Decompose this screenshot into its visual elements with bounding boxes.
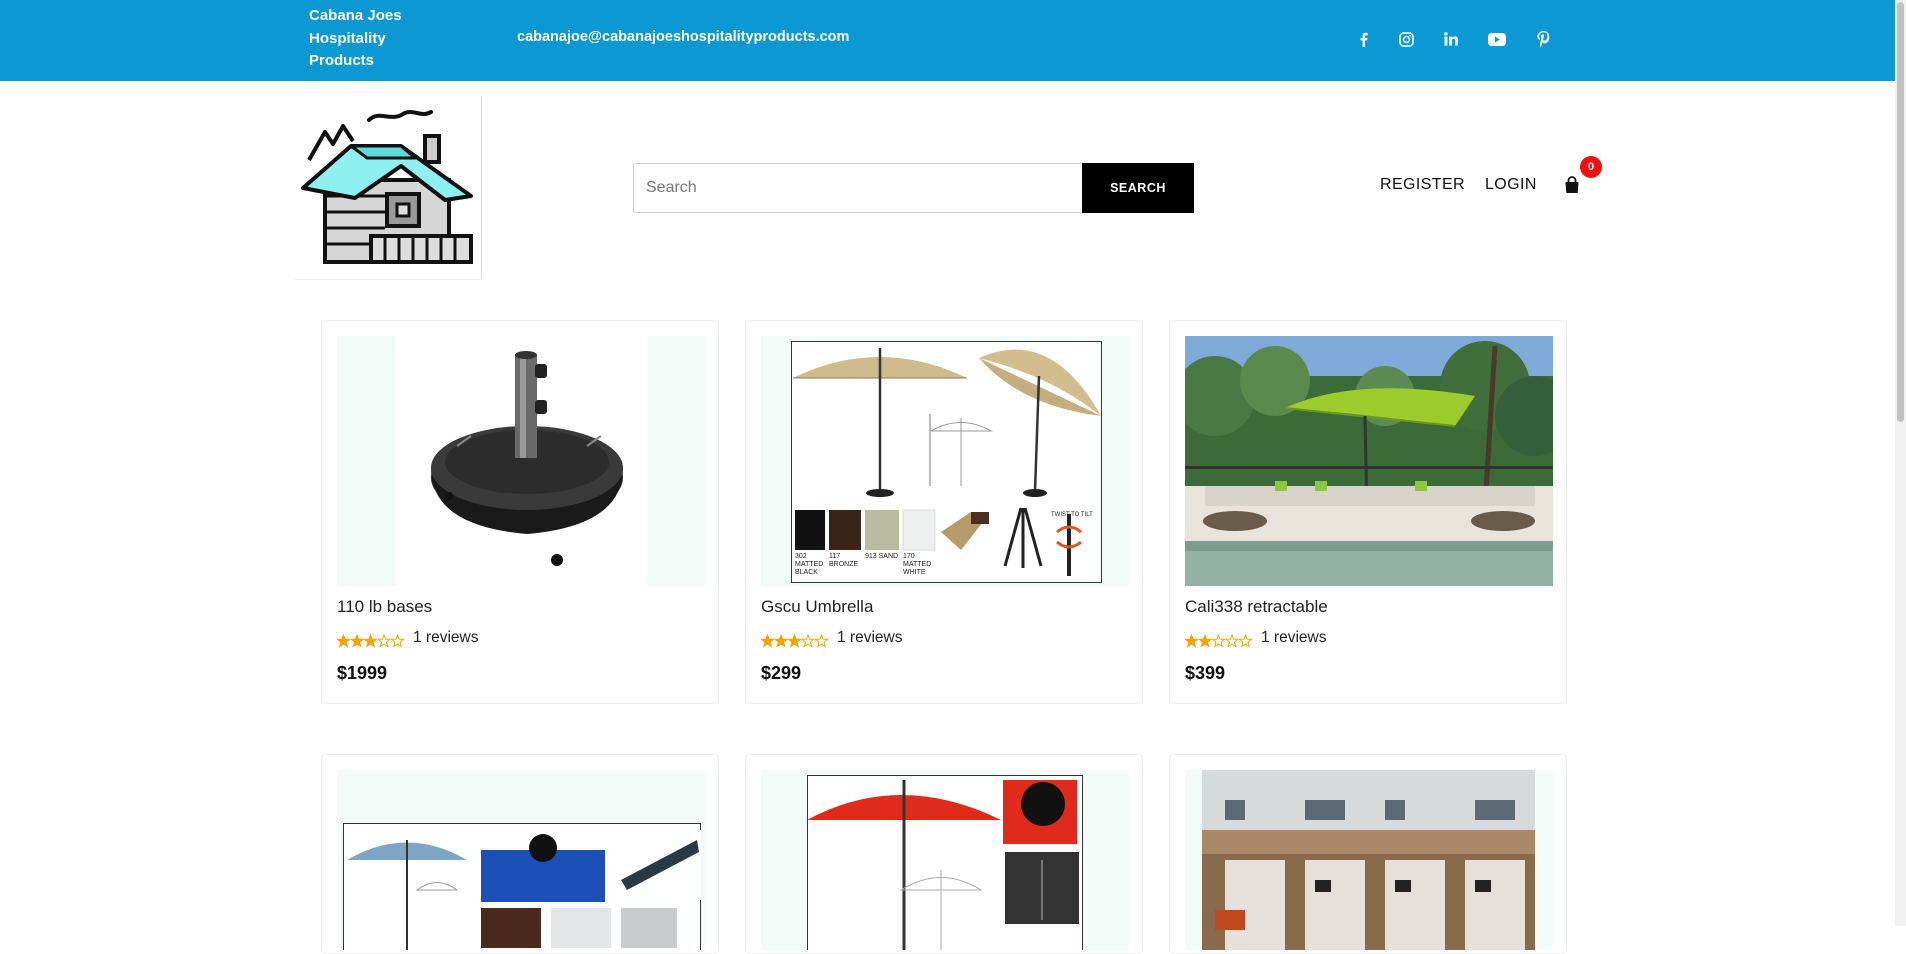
- star-filled-icon: [773, 634, 789, 648]
- youtube-icon[interactable]: [1482, 24, 1512, 54]
- umbrella-diagram-icon: [793, 348, 1101, 576]
- product-title[interactable]: 110 lb bases: [337, 597, 432, 617]
- product-card[interactable]: Cali338 retractable 1 reviews $399: [1169, 320, 1567, 704]
- product-image[interactable]: [761, 770, 1129, 950]
- umbrella-diagram-icon: [807, 780, 1079, 950]
- product-card[interactable]: [1169, 754, 1567, 954]
- top-bar: Cabana Joes Hospitality Products cabanaj…: [0, 0, 1895, 81]
- rating-stars: [337, 634, 405, 648]
- star-filled-icon: [787, 634, 802, 648]
- product-title[interactable]: Cali338 retractable: [1185, 597, 1328, 617]
- product-card[interactable]: 302 MATTED BLACK 117 BRONZE 913 SAND 170…: [745, 320, 1143, 704]
- pinterest-icon[interactable]: [1528, 24, 1558, 54]
- cart-icon[interactable]: [1564, 176, 1584, 198]
- scrollbar-thumb[interactable]: [1897, 2, 1904, 422]
- hotel-cabana-photo-icon: [1202, 770, 1535, 950]
- review-count: 1 reviews: [413, 629, 479, 646]
- product-price: $399: [1185, 663, 1226, 683]
- product-image-cali338[interactable]: [1185, 336, 1553, 586]
- star-empty-icon: [1211, 634, 1226, 648]
- cabin-logo-icon: [301, 110, 473, 264]
- product-title[interactable]: Gscu Umbrella: [761, 597, 873, 617]
- product-image[interactable]: [337, 770, 705, 950]
- tilt-label: TWIST TO TILT: [1051, 512, 1093, 518]
- product-card[interactable]: [321, 754, 719, 954]
- product-card[interactable]: 110 lb bases 1 reviews $1999: [321, 320, 719, 704]
- product-image-bases[interactable]: [337, 336, 705, 586]
- product-image-gscu-umbrella[interactable]: 302 MATTED BLACK 117 BRONZE 913 SAND 170…: [761, 336, 1129, 586]
- linkedin-icon[interactable]: [1436, 24, 1466, 54]
- rating-stars: [761, 634, 829, 648]
- review-count: 1 reviews: [1261, 629, 1327, 646]
- star-filled-icon: [363, 634, 378, 648]
- brand-name: Cabana Joes Hospitality Products: [309, 7, 402, 69]
- star-filled-icon: [337, 634, 351, 648]
- star-empty-icon: [814, 634, 829, 648]
- star-filled-icon: [349, 634, 365, 648]
- search-input[interactable]: [633, 163, 1084, 213]
- umbrella-base-icon: [431, 351, 623, 566]
- rating-stars: [1185, 634, 1253, 648]
- facebook-icon[interactable]: [1348, 24, 1378, 54]
- star-empty-icon: [390, 634, 405, 648]
- swatch-label: 170 MATTED WHITE: [903, 553, 932, 576]
- cart-count-badge: 0: [1580, 156, 1602, 178]
- register-link[interactable]: REGISTER: [1380, 176, 1465, 194]
- login-link[interactable]: LOGIN: [1485, 176, 1537, 194]
- search-button[interactable]: SEARCH: [1082, 163, 1194, 213]
- star-filled-icon: [1197, 634, 1213, 648]
- star-empty-icon: [376, 634, 392, 648]
- swatch-label: 302 MATTED BLACK: [795, 553, 824, 576]
- contact-email[interactable]: cabanajoe@cabanajoeshospitalityproducts.…: [517, 29, 849, 45]
- product-price: $299: [761, 663, 802, 683]
- umbrella-diagram-icon: [347, 830, 701, 950]
- instagram-icon[interactable]: [1391, 24, 1421, 54]
- star-filled-icon: [1185, 634, 1199, 648]
- star-empty-icon: [800, 634, 816, 648]
- product-image[interactable]: [1185, 770, 1553, 950]
- poolside-photo-icon: [1185, 336, 1553, 586]
- product-price: $1999: [337, 663, 388, 683]
- product-card[interactable]: [745, 754, 1143, 954]
- star-filled-icon: [761, 634, 775, 648]
- swatch-label: 117 BRONZE: [829, 553, 859, 568]
- site-logo[interactable]: [295, 96, 482, 280]
- star-empty-icon: [1224, 634, 1240, 648]
- star-empty-icon: [1238, 634, 1253, 648]
- swatch-label: 913 SAND: [865, 553, 899, 560]
- review-count: 1 reviews: [837, 629, 903, 646]
